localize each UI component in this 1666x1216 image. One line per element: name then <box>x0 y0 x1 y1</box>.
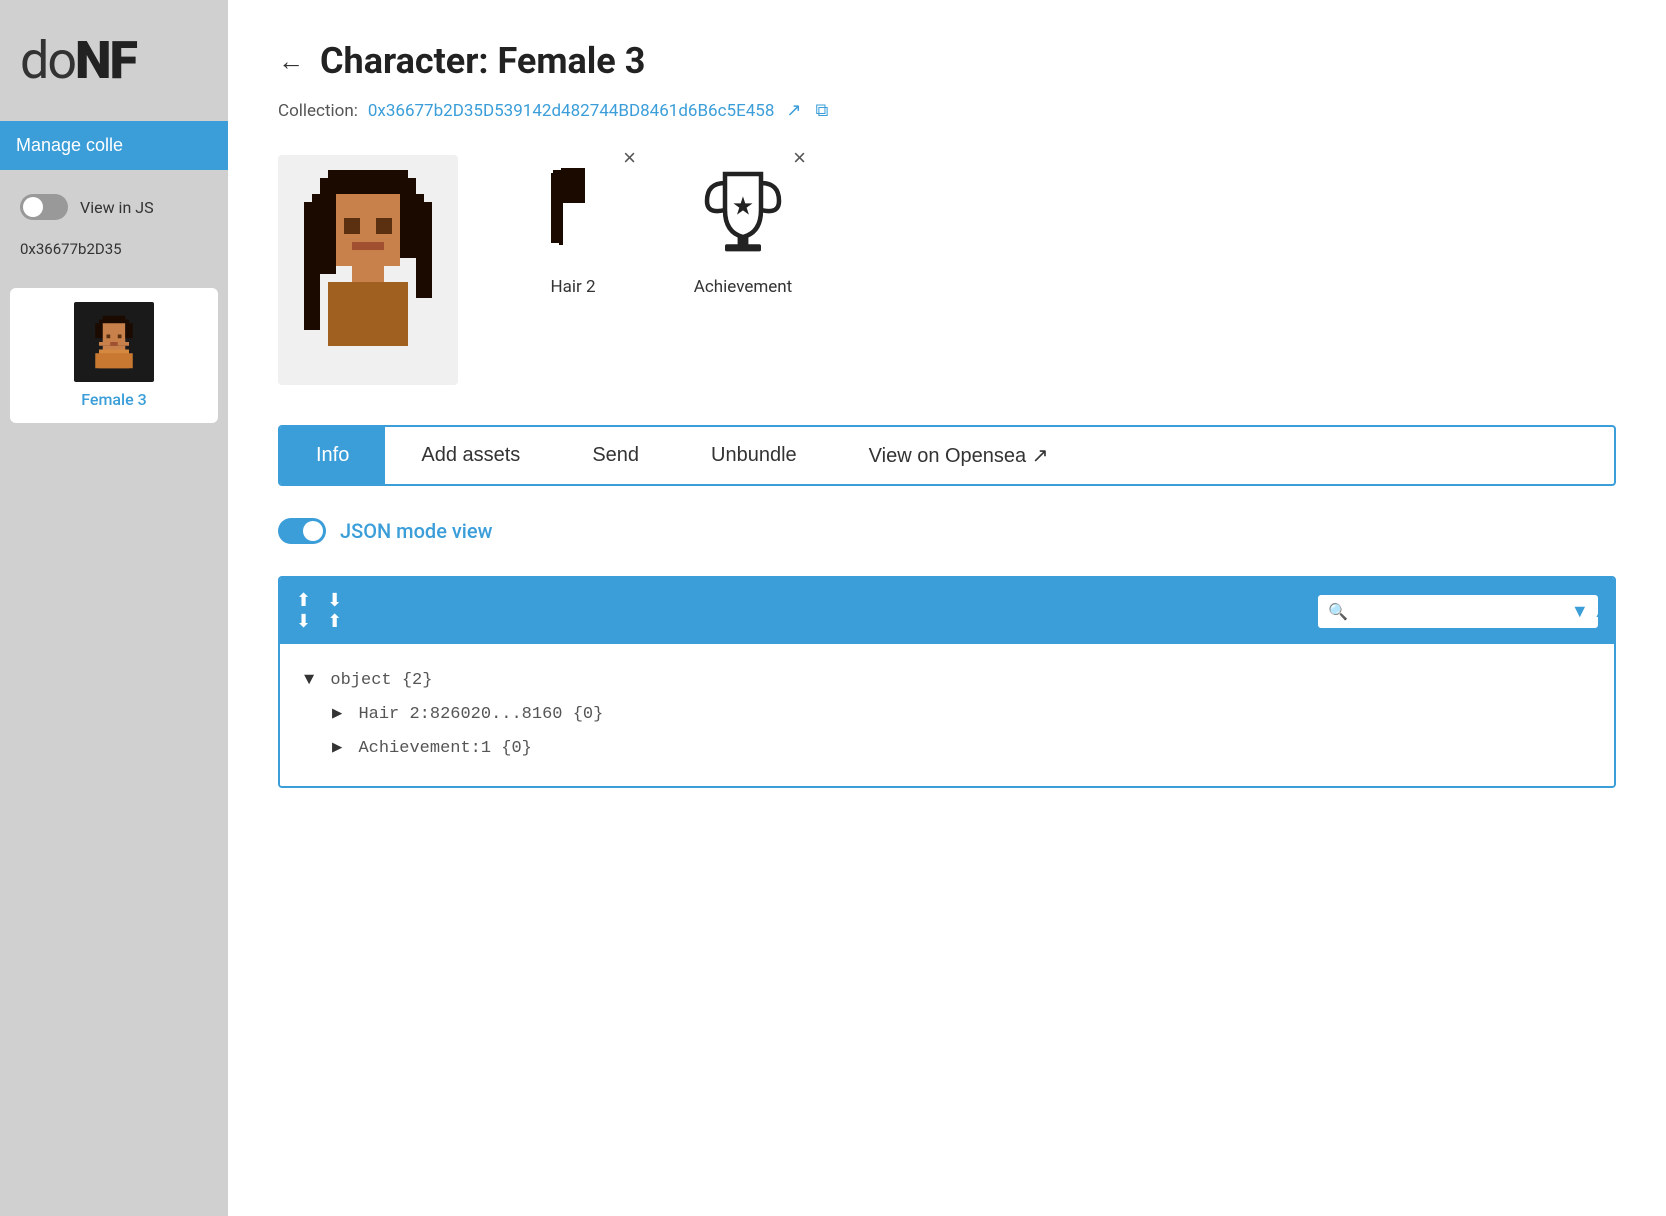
asset-achievement-icon: ★ <box>688 155 798 265</box>
view-toggle-switch[interactable] <box>20 194 68 220</box>
json-item-1-expand[interactable]: ▶ <box>332 739 342 758</box>
main-nft-image <box>278 155 458 385</box>
json-nav-up[interactable]: ▲ <box>1593 601 1611 622</box>
json-viewer: ⬆ ⬇ ⬇ ⬆ 🔍 ▼ ▲ ▼ object {2} <box>278 576 1616 788</box>
json-toolbar: ⬆ ⬇ ⬇ ⬆ 🔍 ▼ ▲ <box>280 578 1614 644</box>
nft-display-area: × Hair 2 × <box>278 155 1616 385</box>
sidebar-nft-thumbnail <box>74 302 154 382</box>
sidebar-address: 0x36677b2D35 <box>0 240 228 258</box>
main-content: ← Character: Female 3 Collection: 0x3667… <box>228 0 1666 1216</box>
json-root-label: object {2} <box>330 671 432 690</box>
logo-light: do <box>20 30 75 91</box>
expand-all-button[interactable]: ⬆ ⬇ <box>296 590 311 632</box>
json-nav-buttons: ▼ ▲ <box>1571 601 1611 622</box>
app-logo: doNF <box>0 20 228 121</box>
json-item-0: ▶ Hair 2:826020...8160 {0} <box>304 698 1590 732</box>
asset-achievement-close-button[interactable]: × <box>793 147 806 169</box>
open-external-button[interactable]: ↗ <box>784 98 803 123</box>
json-content-area: ▼ object {2} ▶ Hair 2:826020...8160 {0} … <box>280 644 1614 786</box>
tab-unbundle[interactable]: Unbundle <box>675 427 833 484</box>
svg-text:★: ★ <box>732 193 755 222</box>
logo-bold: NF <box>75 30 136 91</box>
collection-address: 0x36677b2D35D539142d482744BD8461d6B6c5E4… <box>368 101 775 121</box>
manage-collections-button[interactable]: Manage colle <box>0 121 228 170</box>
tab-add-assets[interactable]: Add assets <box>385 427 556 484</box>
sidebar-nft-name: Female 3 <box>81 390 147 409</box>
tab-send[interactable]: Send <box>556 427 675 484</box>
json-item-0-key: Hair 2:826020...8160 {0} <box>358 705 603 724</box>
json-mode-label: JSON mode view <box>340 519 492 543</box>
tab-bar: Info Add assets Send Unbundle View on Op… <box>278 425 1616 486</box>
json-mode-toggle[interactable] <box>278 518 326 544</box>
json-root-row: ▼ object {2} <box>304 664 1590 698</box>
collection-label: Collection: <box>278 101 358 121</box>
json-item-1: ▶ Achievement:1 {0} <box>304 732 1590 766</box>
json-toolbar-left: ⬆ ⬇ ⬇ ⬆ <box>296 590 342 632</box>
tab-info[interactable]: Info <box>280 427 385 484</box>
json-nav-down[interactable]: ▼ <box>1571 601 1589 622</box>
sidebar: doNF Manage colle View in JS 0x36677b2D3… <box>0 0 228 1216</box>
copy-address-button[interactable]: ⧉ <box>814 98 831 123</box>
collection-row: Collection: 0x36677b2D35D539142d482744BD… <box>278 98 1616 123</box>
json-item-0-expand[interactable]: ▶ <box>332 705 342 724</box>
back-button[interactable]: ← <box>278 48 304 74</box>
page-title: Character: Female 3 <box>320 40 645 82</box>
asset-achievement-label: Achievement <box>694 277 792 297</box>
tab-view-opensea[interactable]: View on Opensea ↗ <box>833 427 1085 484</box>
json-search-input[interactable] <box>1356 602 1563 620</box>
search-icon: 🔍 <box>1328 602 1348 621</box>
sidebar-nft-card[interactable]: Female 3 <box>10 288 218 423</box>
json-search-box: 🔍 ▼ ▲ <box>1318 595 1598 628</box>
json-item-1-key: Achievement:1 {0} <box>358 739 531 758</box>
view-toggle-row: View in JS <box>0 194 228 220</box>
asset-achievement: × ★ Achievement <box>688 155 798 297</box>
asset-hair2: × Hair 2 <box>518 155 628 297</box>
json-root-expand[interactable]: ▼ <box>304 671 314 690</box>
asset-hair2-icon <box>518 155 628 265</box>
asset-hair2-close-button[interactable]: × <box>623 147 636 169</box>
page-header: ← Character: Female 3 <box>278 40 1616 82</box>
view-toggle-label: View in JS <box>80 198 154 217</box>
collapse-all-button[interactable]: ⬇ ⬆ <box>327 590 342 632</box>
json-mode-toggle-row: JSON mode view <box>278 518 1616 544</box>
asset-hair2-label: Hair 2 <box>550 277 595 297</box>
